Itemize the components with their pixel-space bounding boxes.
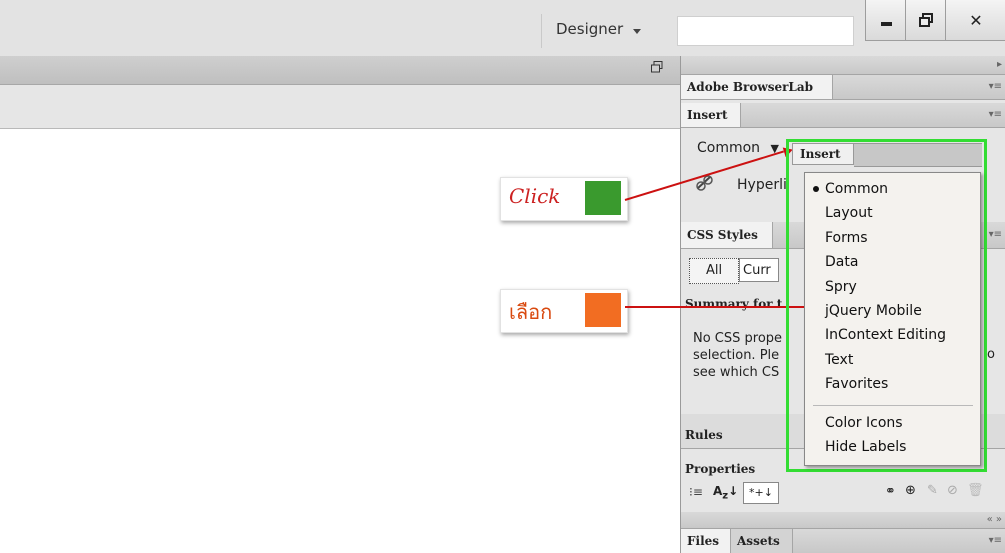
click-callout-label: Click xyxy=(509,184,561,208)
summary-text-tail: o xyxy=(987,347,995,362)
select-callout-label: เลือก xyxy=(509,300,553,324)
tab-css-styles[interactable]: CSS Styles xyxy=(681,222,773,248)
menu-item-text[interactable]: Text xyxy=(825,352,853,368)
chevron-down-icon[interactable] xyxy=(633,29,641,34)
select-callout: เลือก xyxy=(500,289,628,333)
insert-category-menu: Common Layout Forms Data Spry jQuery Mob… xyxy=(804,172,981,466)
rules-label: Rules xyxy=(685,428,723,442)
summary-heading: Summary for t xyxy=(685,297,783,311)
summary-line: No CSS prope xyxy=(693,331,783,346)
title-bar xyxy=(0,0,1005,57)
workspace-switcher[interactable]: Designer xyxy=(556,20,623,38)
document-subbar xyxy=(0,85,680,129)
tab-browserlab[interactable]: Adobe BrowserLab xyxy=(681,75,833,99)
menu-item-data[interactable]: Data xyxy=(825,254,858,270)
list-view-icon[interactable]: ⁝≡ xyxy=(689,485,703,499)
sort-az-icon[interactable]: Az↓ xyxy=(713,484,738,501)
minimize-icon xyxy=(880,22,892,26)
panel-collapse-bar[interactable]: ▸ xyxy=(681,56,1005,75)
insert-category-label: Common xyxy=(697,140,761,156)
summary-line: selection. Ple xyxy=(693,348,780,363)
restore-icon xyxy=(919,13,933,27)
restore-button[interactable] xyxy=(905,0,947,41)
menu-item-layout[interactable]: Layout xyxy=(825,205,873,221)
document-toolbar xyxy=(0,56,680,85)
selected-bullet-icon xyxy=(813,186,819,192)
menu-separator xyxy=(813,405,973,406)
panel-menu-icon[interactable]: ▾≡ xyxy=(989,81,1002,92)
orange-swatch xyxy=(585,293,621,327)
select-arrow xyxy=(625,306,811,308)
menu-item-hide-labels[interactable]: Hide Labels xyxy=(825,439,906,455)
search-input[interactable] xyxy=(677,16,854,46)
disable-icon[interactable]: ⊘ xyxy=(947,483,958,498)
link-icon[interactable]: ⚭ xyxy=(885,484,896,499)
tab-insert[interactable]: Insert xyxy=(681,103,741,127)
tab-files[interactable]: Files xyxy=(681,529,731,553)
insert-category-dropdown[interactable]: Common ▼ xyxy=(697,140,779,156)
menu-item-incontext-editing[interactable]: InContext Editing xyxy=(825,327,946,343)
properties-label: Properties xyxy=(685,462,756,476)
set-properties-icon[interactable]: *+↓ xyxy=(743,482,779,504)
window-controls: ✕ xyxy=(865,0,1005,41)
menu-item-spry[interactable]: Spry xyxy=(825,279,857,295)
panel-menu-icon[interactable]: ▾≡ xyxy=(989,109,1002,120)
panel-menu-icon[interactable]: ▾≡ xyxy=(989,535,1002,546)
browserlab-panel-header[interactable]: Adobe BrowserLab ▾≡ xyxy=(681,75,1005,100)
insert-menu-tab[interactable]: Insert xyxy=(792,143,854,165)
menu-item-jquery-mobile[interactable]: jQuery Mobile xyxy=(825,303,922,319)
insert-menu-tab-bar xyxy=(854,143,982,167)
hyperlink-item[interactable]: Hyperli xyxy=(737,177,787,193)
green-swatch xyxy=(585,181,621,215)
menu-item-forms[interactable]: Forms xyxy=(825,230,868,246)
panel-menu-icon[interactable]: ▾≡ xyxy=(989,229,1002,240)
menu-item-favorites[interactable]: Favorites xyxy=(825,376,888,392)
menu-item-color-icons[interactable]: Color Icons xyxy=(825,415,903,431)
edit-icon[interactable]: ✎ xyxy=(927,483,938,498)
close-button[interactable]: ✕ xyxy=(945,0,1005,41)
menu-item-label: Common xyxy=(825,181,889,197)
divider xyxy=(541,14,542,48)
files-panel-header[interactable]: Files Assets ▾≡ xyxy=(681,529,1005,553)
summary-line: see which CS xyxy=(693,365,780,380)
new-rule-icon[interactable]: ⊕ xyxy=(905,483,916,498)
click-callout: Click xyxy=(500,177,628,221)
panel-collapse-bar[interactable]: « » xyxy=(681,512,1005,529)
summary-text: No CSS prope selection. Ple see which CS xyxy=(693,330,782,381)
insert-panel-header[interactable]: Insert ▾≡ xyxy=(681,103,1005,128)
minimize-button[interactable] xyxy=(865,0,907,41)
close-icon: ✕ xyxy=(969,10,983,30)
current-button[interactable]: Curr xyxy=(739,258,779,282)
restore-window-icon[interactable] xyxy=(651,61,663,73)
trash-icon[interactable]: 🗑 xyxy=(967,483,984,498)
tab-assets[interactable]: Assets xyxy=(731,529,793,553)
menu-item-common[interactable]: Common xyxy=(805,181,980,201)
all-button[interactable]: All xyxy=(689,258,739,284)
